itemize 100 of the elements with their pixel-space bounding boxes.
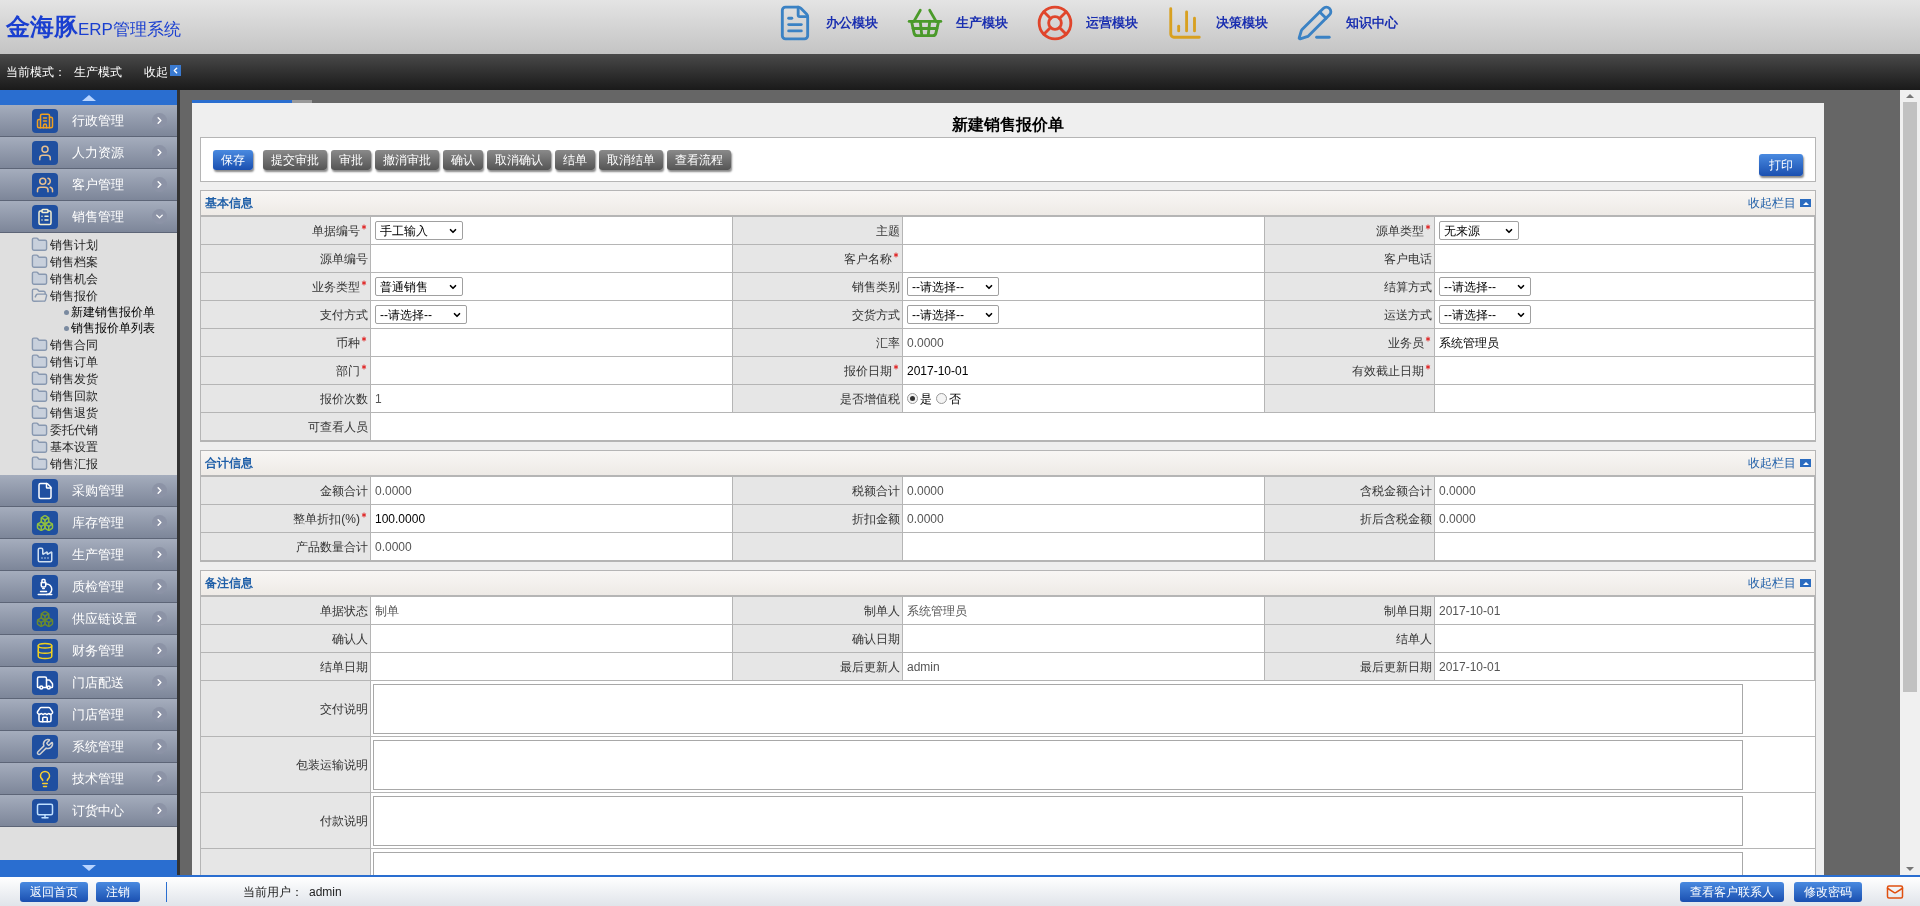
- radio-button[interactable]: [907, 393, 918, 404]
- user-label: 当前用户：: [243, 883, 303, 901]
- footer-button[interactable]: 修改密码: [1794, 881, 1862, 902]
- submenu-item[interactable]: 委托代销: [0, 421, 177, 438]
- field-value: 0.0000: [1439, 510, 1476, 528]
- mail-icon[interactable]: [1886, 882, 1904, 901]
- menu-icon: [32, 510, 58, 535]
- field-label: 折后含税金额: [1360, 510, 1432, 528]
- field-label: 结单人: [1396, 630, 1432, 648]
- chevron-right-icon: [152, 113, 167, 128]
- collapse-icon[interactable]: [170, 64, 181, 76]
- field-label: 含税金额合计: [1360, 482, 1432, 500]
- collapse-link[interactable]: 收起栏目: [1748, 574, 1796, 592]
- chevron-right-icon: [152, 771, 167, 786]
- toolbar-button[interactable]: 审批: [331, 149, 371, 170]
- submenu-item[interactable]: 销售计划: [0, 236, 177, 253]
- menu-label: 质检管理: [72, 577, 125, 596]
- field-label: 确认人: [332, 630, 368, 648]
- toolbar-button[interactable]: 取消结单: [599, 149, 663, 170]
- module-link[interactable]: 知识中心: [1346, 13, 1398, 33]
- menu-label: 采购管理: [72, 481, 125, 500]
- field-value: 0.0000: [1439, 482, 1476, 500]
- submenu-link[interactable]: 新建销售报价单: [0, 304, 177, 320]
- dropdown[interactable]: --请选择--: [907, 277, 999, 296]
- print-button[interactable]: 打印: [1759, 153, 1803, 176]
- chevron-right-icon: [152, 177, 167, 192]
- menu-icon: [32, 734, 58, 759]
- menu-icon: [32, 574, 58, 599]
- footer-button[interactable]: 注销: [96, 881, 140, 902]
- radio-button[interactable]: [936, 393, 947, 404]
- module-link[interactable]: 生产模块: [956, 13, 1008, 33]
- module-link[interactable]: 决策模块: [1216, 13, 1268, 33]
- submenu-item[interactable]: 销售档案: [0, 253, 177, 270]
- field-label: 整单折扣(%): [293, 510, 360, 528]
- field-label: 业务员: [1388, 334, 1424, 352]
- collapse-icon[interactable]: [1800, 199, 1811, 207]
- toolbar-button[interactable]: 查看流程: [667, 149, 731, 170]
- submenu-item[interactable]: 基本设置: [0, 438, 177, 455]
- dropdown[interactable]: 手工输入: [375, 221, 463, 240]
- field-label: 可查看人员: [308, 418, 368, 436]
- toolbar-button[interactable]: 撤消审批: [375, 149, 439, 170]
- menu-label: 生产管理: [72, 545, 125, 564]
- field-label: 制单人: [864, 602, 900, 620]
- dropdown[interactable]: --请选择--: [1439, 277, 1531, 296]
- module-icon[interactable]: [1036, 4, 1074, 42]
- collapse-link[interactable]: 收起栏目: [1748, 194, 1796, 212]
- menu-label: 订货中心: [72, 801, 125, 820]
- submenu-item[interactable]: 销售发货: [0, 370, 177, 387]
- submenu-item[interactable]: 销售退货: [0, 404, 177, 421]
- field-label: 是否增值税: [840, 390, 900, 408]
- toolbar-button[interactable]: 提交审批: [263, 149, 327, 170]
- toolbar-button[interactable]: 结单: [555, 149, 595, 170]
- menu-icon: [32, 670, 58, 695]
- module-link[interactable]: 运营模块: [1086, 13, 1138, 33]
- mode-value: 生产模式: [74, 64, 122, 81]
- toolbar-button[interactable]: 保存: [213, 149, 253, 170]
- field-label: 制单日期: [1384, 602, 1432, 620]
- submenu-item[interactable]: 销售回款: [0, 387, 177, 404]
- menu-label: 门店配送: [72, 673, 125, 692]
- section-title: 基本信息: [205, 195, 253, 212]
- submenu-item[interactable]: 销售订单: [0, 353, 177, 370]
- field-label: 折扣金额: [852, 510, 900, 528]
- collapse-link[interactable]: 收起: [144, 63, 168, 81]
- submenu-item[interactable]: 销售报价: [0, 287, 177, 304]
- field-label: 最后更新人: [840, 658, 900, 676]
- field-value: 系统管理员: [1439, 334, 1499, 352]
- field-label: 部门: [336, 362, 360, 380]
- chevron-right-icon: [152, 483, 167, 498]
- menu-label: 技术管理: [72, 769, 125, 788]
- dropdown[interactable]: --请选择--: [1439, 305, 1531, 324]
- submenu-item[interactable]: 销售机会: [0, 270, 177, 287]
- module-icon[interactable]: [1296, 4, 1334, 42]
- collapse-link[interactable]: 收起栏目: [1748, 454, 1796, 472]
- dropdown[interactable]: 无来源: [1439, 221, 1519, 240]
- dropdown[interactable]: --请选择--: [907, 305, 999, 324]
- field-label: 产品数量合计: [296, 538, 368, 556]
- field-label: 销售类别: [852, 278, 900, 296]
- field-label: 税额合计: [852, 482, 900, 500]
- module-link[interactable]: 办公模块: [826, 13, 878, 33]
- module-icon[interactable]: [1166, 4, 1204, 42]
- field-label: 有效截止日期: [1352, 362, 1424, 380]
- field-value: 1: [375, 390, 382, 408]
- dropdown[interactable]: 普通销售: [375, 277, 463, 296]
- chevron-right-icon: [152, 547, 167, 562]
- toolbar-button[interactable]: 确认: [443, 149, 483, 170]
- menu-icon: [32, 204, 58, 229]
- field-label: 报价次数: [320, 390, 368, 408]
- footer-button[interactable]: 返回首页: [20, 881, 88, 902]
- field-value: 2017-10-01: [1439, 658, 1501, 676]
- submenu-item[interactable]: 销售汇报: [0, 455, 177, 472]
- field-value: 0.0000: [907, 510, 944, 528]
- chevron-right-icon: [152, 739, 167, 754]
- footer-button[interactable]: 查看客户联系人: [1680, 881, 1784, 902]
- submenu-item[interactable]: 销售合同: [0, 336, 177, 353]
- dropdown[interactable]: --请选择--: [375, 305, 467, 324]
- collapse-icon[interactable]: [1800, 459, 1811, 467]
- toolbar-button[interactable]: 取消确认: [487, 149, 551, 170]
- scrollbar[interactable]: [1900, 90, 1920, 875]
- submenu-link[interactable]: 销售报价单列表: [0, 320, 177, 336]
- collapse-icon[interactable]: [1800, 579, 1811, 587]
